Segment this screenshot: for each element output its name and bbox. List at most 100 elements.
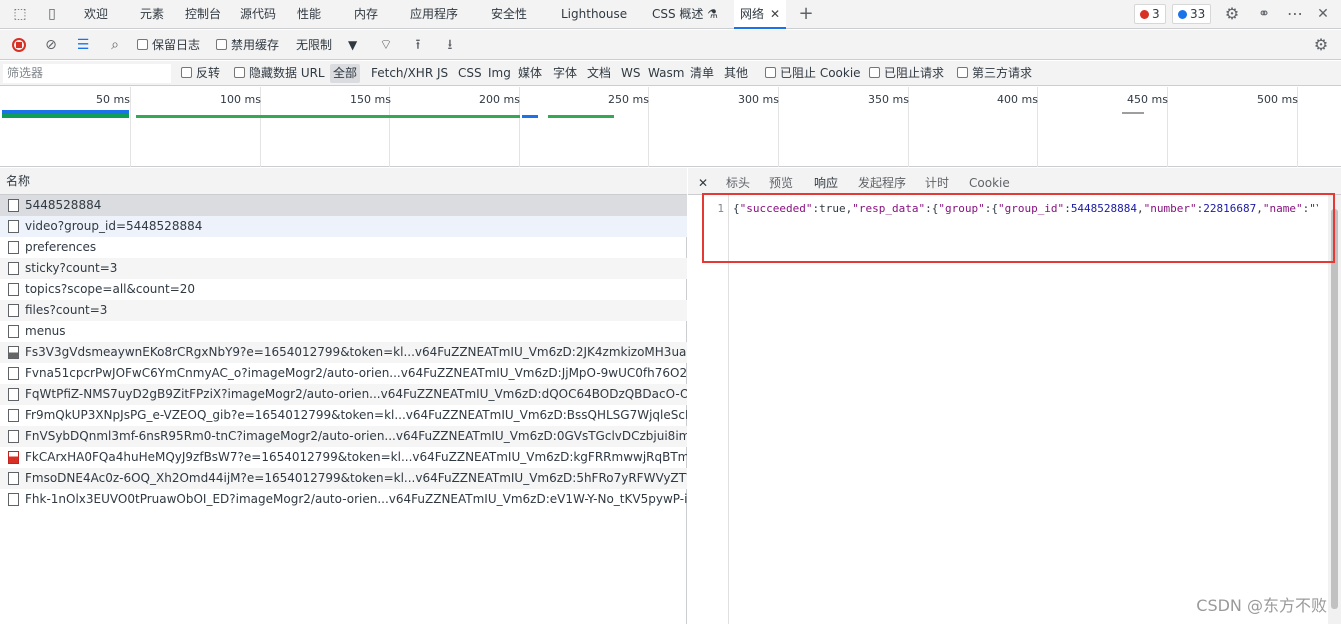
type-filter-wasm[interactable]: Wasm <box>648 61 684 86</box>
messages-count: 33 <box>1190 7 1206 21</box>
type-filter-doc[interactable]: 文档 <box>587 61 611 86</box>
filter-bar: 筛选器 反转 隐藏数据 URL 全部 Fetch/XHR JS CSS Img … <box>0 61 1341 86</box>
dropdown-arrow-icon: ▼ <box>348 38 358 52</box>
type-filter-css[interactable]: CSS <box>458 61 482 86</box>
request-row[interactable]: FqWtPfiZ-NMS7uyD2gB9ZitFPziX?imageMogr2/… <box>0 384 687 405</box>
detail-tabs: ✕ 标头 预览 响应 发起程序 计时 Cookie <box>688 168 1341 195</box>
customize-icon[interactable]: ⚭ <box>1254 5 1274 23</box>
tab-network[interactable]: 网络 ✕ <box>734 0 787 29</box>
request-row[interactable]: FkCArxHA0FQa4huHeMQyJ9zfBsW7?e=165401279… <box>0 447 687 468</box>
clear-icon[interactable]: ⊘ <box>42 36 60 54</box>
tab-memory[interactable]: 内存 <box>354 0 378 29</box>
type-filter-font[interactable]: 字体 <box>553 61 577 86</box>
document-icon <box>8 325 19 338</box>
record-stop-icon[interactable] <box>10 36 28 54</box>
filter-icon[interactable]: ☰ <box>74 36 92 54</box>
third-party-checkbox[interactable]: 第三方请求 <box>957 61 1032 86</box>
checkbox-icon <box>234 67 245 78</box>
type-filter-ws[interactable]: WS <box>621 61 640 86</box>
tick-label: 500 ms <box>1257 93 1298 106</box>
type-filter-js[interactable]: JS <box>437 61 448 86</box>
request-row[interactable]: Fs3V3gVdsmeaywnEKo8rCRgxNbY9?e=165401279… <box>0 342 687 363</box>
type-filter-other[interactable]: 其他 <box>724 61 748 86</box>
tab-welcome[interactable]: 欢迎 <box>84 0 108 29</box>
type-filter-media[interactable]: 媒体 <box>518 61 542 86</box>
add-tab-icon[interactable]: + <box>796 5 816 23</box>
preserve-log-checkbox[interactable]: 保留日志 <box>137 30 200 60</box>
blocked-requests-checkbox[interactable]: 已阻止请求 <box>869 61 944 86</box>
request-row[interactable]: Fvna51cpcrPwJOFwC6YmCnmyAC_o?imageMogr2/… <box>0 363 687 384</box>
highlight-box <box>702 193 1335 263</box>
tab-preview[interactable]: 预览 <box>769 168 793 195</box>
tab-console[interactable]: 控制台 <box>185 0 221 29</box>
document-icon <box>8 220 19 233</box>
request-name: FqWtPfiZ-NMS7uyD2gB9ZitFPziX?imageMogr2/… <box>25 387 687 401</box>
more-options-icon[interactable]: ⋯ <box>1285 5 1305 23</box>
type-filter-img[interactable]: Img <box>488 61 511 86</box>
tab-response[interactable]: 响应 <box>812 168 841 195</box>
request-name: topics?scope=all&count=20 <box>25 282 196 296</box>
import-har-icon[interactable]: ⭱ <box>409 36 427 54</box>
tab-security[interactable]: 安全性 <box>491 0 527 29</box>
request-row[interactable]: menus <box>0 321 687 342</box>
request-row[interactable]: sticky?count=3 <box>0 258 687 279</box>
tab-elements[interactable]: 元素 <box>140 0 164 29</box>
request-row[interactable]: topics?scope=all&count=20 <box>0 279 687 300</box>
settings-gear-icon[interactable]: ⚙ <box>1222 5 1242 23</box>
close-tab-icon[interactable]: ✕ <box>770 7 780 21</box>
request-row[interactable]: FmsoDNE4Ac0z-6OQ_Xh2Omd44ijM?e=165401279… <box>0 468 687 489</box>
request-row[interactable]: FnVSybDQnml3mf-6nsR95Rm0-tnC?imageMogr2/… <box>0 426 687 447</box>
request-row[interactable]: Fhk-1nOlx3EUVO0tPruawObOI_ED?imageMogr2/… <box>0 489 687 510</box>
request-row[interactable]: 5448528884 <box>0 195 687 216</box>
tab-timing[interactable]: 计时 <box>925 168 949 195</box>
request-list: 名称 5448528884 video?group_id=5448528884 … <box>0 168 687 624</box>
network-overview-timeline[interactable]: 50 ms 100 ms 150 ms 200 ms 250 ms 300 ms… <box>0 87 1341 167</box>
request-row[interactable]: preferences <box>0 237 687 258</box>
document-icon <box>8 199 19 212</box>
third-party-label: 第三方请求 <box>972 66 1033 80</box>
document-icon <box>8 241 19 254</box>
tab-sources[interactable]: 源代码 <box>240 0 276 29</box>
tick-label: 50 ms <box>96 93 130 106</box>
request-row[interactable]: video?group_id=5448528884 <box>0 216 687 237</box>
export-har-icon[interactable]: ⭳ <box>441 36 459 54</box>
request-row[interactable]: files?count=3 <box>0 300 687 321</box>
filter-input[interactable]: 筛选器 <box>3 64 171 83</box>
tab-css-overview[interactable]: CSS 概述 ⚗ <box>652 0 718 29</box>
checkbox-icon <box>869 67 880 78</box>
request-name: Fvna51cpcrPwJOFwC6YmCnmyAC_o?imageMogr2/… <box>25 366 687 380</box>
throttle-select[interactable]: 无限制 ▼ <box>296 30 357 60</box>
name-column-header[interactable]: 名称 <box>0 168 687 195</box>
device-toolbar-icon[interactable]: ▯ <box>42 5 62 23</box>
search-icon[interactable]: ⌕ <box>106 36 124 54</box>
document-icon <box>8 262 19 275</box>
errors-badge[interactable]: 3 <box>1134 4 1166 24</box>
invert-checkbox[interactable]: 反转 <box>181 61 220 86</box>
type-filter-all[interactable]: 全部 <box>330 64 361 83</box>
image-icon <box>8 367 19 380</box>
close-detail-icon[interactable]: ✕ <box>698 168 708 195</box>
inspect-element-icon[interactable]: ⬚ <box>10 5 30 23</box>
tab-performance[interactable]: 性能 <box>297 0 321 29</box>
type-filter-manifest[interactable]: 清单 <box>690 61 714 86</box>
disable-cache-checkbox[interactable]: 禁用缓存 <box>216 30 279 60</box>
tab-css-overview-label: CSS 概述 <box>652 7 704 21</box>
close-devtools-icon[interactable]: ✕ <box>1313 5 1333 23</box>
tick-label: 350 ms <box>868 93 909 106</box>
hide-data-urls-checkbox[interactable]: 隐藏数据 URL <box>234 61 325 86</box>
network-settings-gear-icon[interactable]: ⚙ <box>1312 36 1330 54</box>
blocked-cookies-checkbox[interactable]: 已阻止 Cookie <box>765 61 861 86</box>
tab-cookies[interactable]: Cookie <box>969 168 1010 195</box>
tab-initiator[interactable]: 发起程序 <box>858 168 906 195</box>
tab-application[interactable]: 应用程序 <box>410 0 458 29</box>
scrollbar-thumb[interactable] <box>1331 209 1338 609</box>
request-name: Fr9mQkUP3XNpJsPG_e-VZEOQ_gib?e=165401279… <box>25 408 687 422</box>
tab-lighthouse[interactable]: Lighthouse <box>561 0 627 29</box>
type-filter-fetch-xhr[interactable]: Fetch/XHR <box>371 61 433 86</box>
blocked-requests-label: 已阻止请求 <box>884 66 945 80</box>
tab-headers[interactable]: 标头 <box>726 168 750 195</box>
timing-bar <box>2 114 129 118</box>
network-conditions-icon[interactable]: ⌔ <box>377 36 395 54</box>
request-row[interactable]: Fr9mQkUP3XNpJsPG_e-VZEOQ_gib?e=165401279… <box>0 405 687 426</box>
messages-badge[interactable]: 33 <box>1172 4 1212 24</box>
